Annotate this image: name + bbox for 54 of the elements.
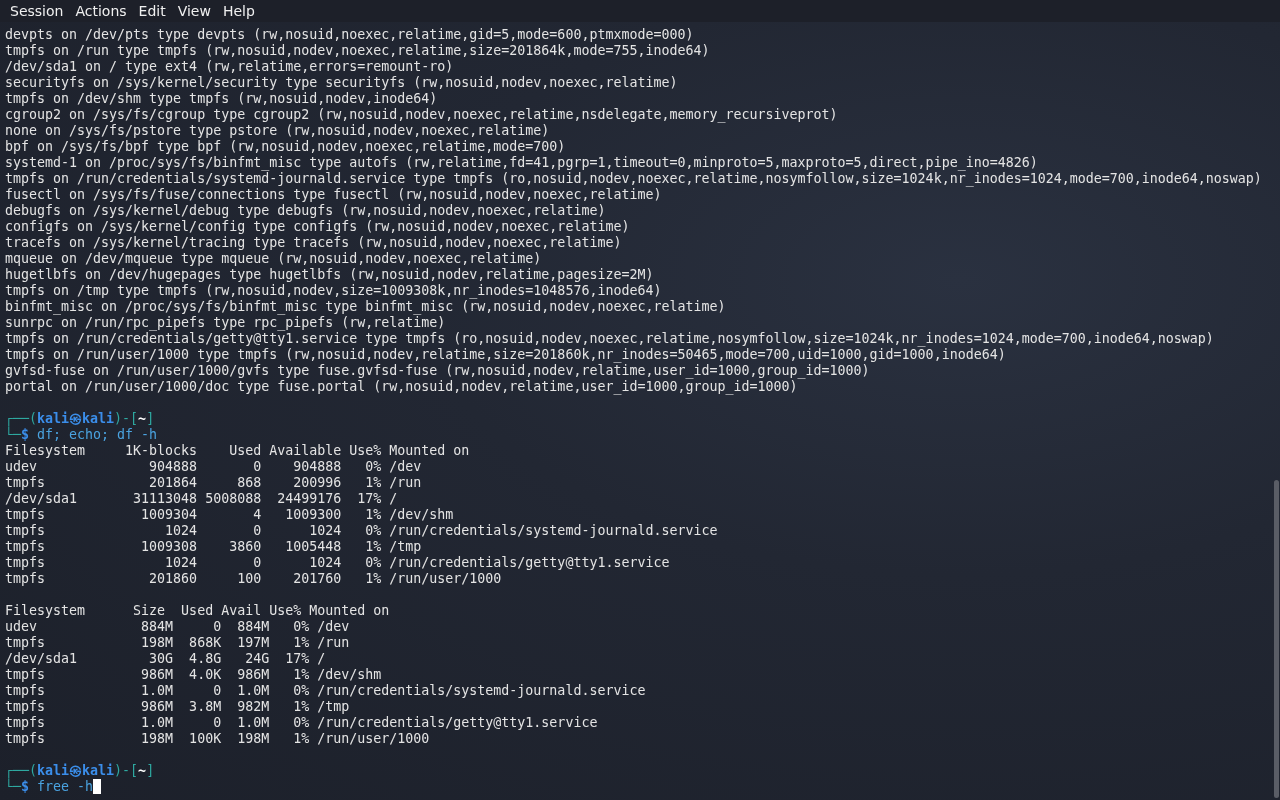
output-line: /dev/sda1 31113048 5008088 24499176 17% / (5, 491, 399, 507)
output-line: portal on /run/user/1000/doc type fuse.portal (rw,nosuid,nodev,relatime,user_id=1000,group_id=1000) (5, 379, 799, 395)
output-line: tracefs on /sys/kernel/tracing type tracefs (rw,nosuid,nodev,noexec,relatime) (5, 235, 623, 251)
output-line: tmpfs on /tmp type tmpfs (rw,nosuid,nodev,size=1009308k,nr_inodes=1048576,inode64) (5, 283, 663, 299)
prompt-symbol: └─$ (5, 427, 30, 442)
output-line: tmpfs 201864 868 200996 1% /run (5, 475, 423, 491)
output-line: tmpfs 201860 100 201760 1% /run/user/1000 (5, 571, 503, 587)
output-line: /dev/sda1 on / type ext4 (rw,relatime,errors=remount-ro) (5, 59, 455, 75)
menu-item[interactable]: Actions (69, 1, 133, 21)
text-cursor (93, 779, 102, 794)
output-line: udev 884M 0 884M 0% /dev (5, 619, 351, 635)
output-line: debugfs on /sys/kernel/debug type debugfs (rw,nosuid,nodev,noexec,relatime) (5, 203, 607, 219)
output-line: fusectl on /sys/fs/fuse/connections type fusectl (rw,nosuid,nodev,noexec,relatime) (5, 187, 663, 203)
output-line: tmpfs on /dev/shm type tmpfs (rw,nosuid,nodev,inode64) (5, 91, 439, 107)
output-line: tmpfs 986M 3.8M 982M 1% /tmp (5, 699, 351, 715)
output-line: tmpfs on /run/credentials/getty@tty1.service type tmpfs (ro,nosuid,nodev,noexec,relatime,nosymfollow,size=1024k,nr_inodes=1024,mode=700,inode64,noswap) (5, 331, 1215, 347)
output-line: tmpfs 1.0M 0 1.0M 0% /run/credentials/systemd-journald.service (5, 683, 647, 699)
output-line: sunrpc on /run/rpc_pipefs type rpc_pipefs (rw,relatime) (5, 315, 447, 331)
menu-item[interactable]: Session (4, 1, 70, 21)
output-line: cgroup2 on /sys/fs/cgroup type cgroup2 (rw,nosuid,nodev,noexec,relatime,nsdelegate,memory_recursiveprot) (5, 107, 839, 123)
output-line: securityfs on /sys/kernel/security type securityfs (rw,nosuid,nodev,noexec,relatime) (5, 75, 679, 91)
output-line: Filesystem 1K-blocks Used Available Use% Mounted on (5, 443, 471, 459)
output-line: tmpfs on /run/user/1000 type tmpfs (rw,nosuid,nodev,relatime,size=201860k,nr_inodes=50465,mode=700,uid=1000,gid=1000,inode64) (5, 347, 1007, 363)
output-line: tmpfs 1009304 4 1009300 1% /dev/shm (5, 507, 455, 523)
output-line: tmpfs 1024 0 1024 0% /run/credentials/getty@tty1.service (5, 555, 671, 571)
output-line: Filesystem Size Used Avail Use% Mounted on (5, 603, 391, 619)
output-line: none on /sys/fs/pstore type pstore (rw,nosuid,nodev,noexec,relatime) (5, 123, 551, 139)
output-line: gvfsd-fuse on /run/user/1000/gvfs type fuse.gvfsd-fuse (rw,nosuid,nodev,relatime,user_id=1000,group_id=1000) (5, 363, 871, 379)
output-line: tmpfs 198M 100K 198M 1% /run/user/1000 (5, 731, 431, 747)
output-line: devpts on /dev/pts type devpts (rw,nosuid,noexec,relatime,gid=5,mode=600,ptmxmode=000) (5, 27, 695, 43)
output-line: bpf on /sys/fs/bpf type bpf (rw,nosuid,nodev,noexec,relatime,mode=700) (5, 139, 567, 155)
menu-item[interactable]: Edit (132, 1, 172, 21)
output-line: mqueue on /dev/mqueue type mqueue (rw,nosuid,nodev,noexec,relatime) (5, 251, 543, 267)
output-line: tmpfs 1009308 3860 1005448 1% /tmp (5, 539, 423, 555)
prompt-symbol: └─$ (5, 779, 30, 794)
output-line: tmpfs 1024 0 1024 0% /run/credentials/systemd-journald.service (5, 523, 719, 539)
menu-item[interactable]: Help (216, 1, 261, 21)
output-line: tmpfs on /run/credentials/systemd-journald.service type tmpfs (ro,nosuid,nodev,noexec,relatime,nosymfollow,size=1024k,nr_inodes=1024,mode=700,inode64,noswap) (5, 171, 1263, 187)
output-line: configfs on /sys/kernel/config type configfs (rw,nosuid,nodev,noexec,relatime) (5, 219, 631, 235)
output-line: udev 904888 0 904888 0% /dev (5, 459, 423, 475)
output-line: /dev/sda1 30G 4.8G 24G 17% / (5, 651, 327, 667)
prompt-line: ┌──(kali㉿kali)-[~] (5, 411, 156, 427)
output-line: systemd-1 on /proc/sys/fs/binfmt_misc type autofs (rw,relatime,fd=41,pgrp=1,timeout=0,minproto=5,maxproto=5,direct,pipe_ino=4826) (5, 155, 1039, 171)
output-line: tmpfs 986M 4.0K 986M 1% /dev/shm (5, 667, 383, 683)
scrollbar-thumb[interactable] (1274, 480, 1279, 798)
output-line: binfmt_misc on /proc/sys/fs/binfmt_misc type binfmt_misc (rw,nosuid,nodev,noexec,relatime) (5, 299, 727, 315)
prompt-line: ┌──(kali㉿kali)-[~] (5, 763, 156, 779)
output-line: hugetlbfs on /dev/hugepages type hugetlbfs (rw,nosuid,nodev,relatime,pagesize=2M) (5, 267, 655, 283)
command-text: df; echo; df -h (37, 427, 158, 442)
command-text: free -h (37, 779, 94, 794)
output-line: tmpfs 1.0M 0 1.0M 0% /run/credentials/getty@tty1.service (5, 715, 599, 731)
output-line: tmpfs 198M 868K 197M 1% /run (5, 635, 351, 651)
output-line: tmpfs on /run type tmpfs (rw,nosuid,nodev,noexec,relatime,size=201864k,mode=755,inode64) (5, 43, 711, 59)
menu-item[interactable]: View (171, 1, 217, 21)
